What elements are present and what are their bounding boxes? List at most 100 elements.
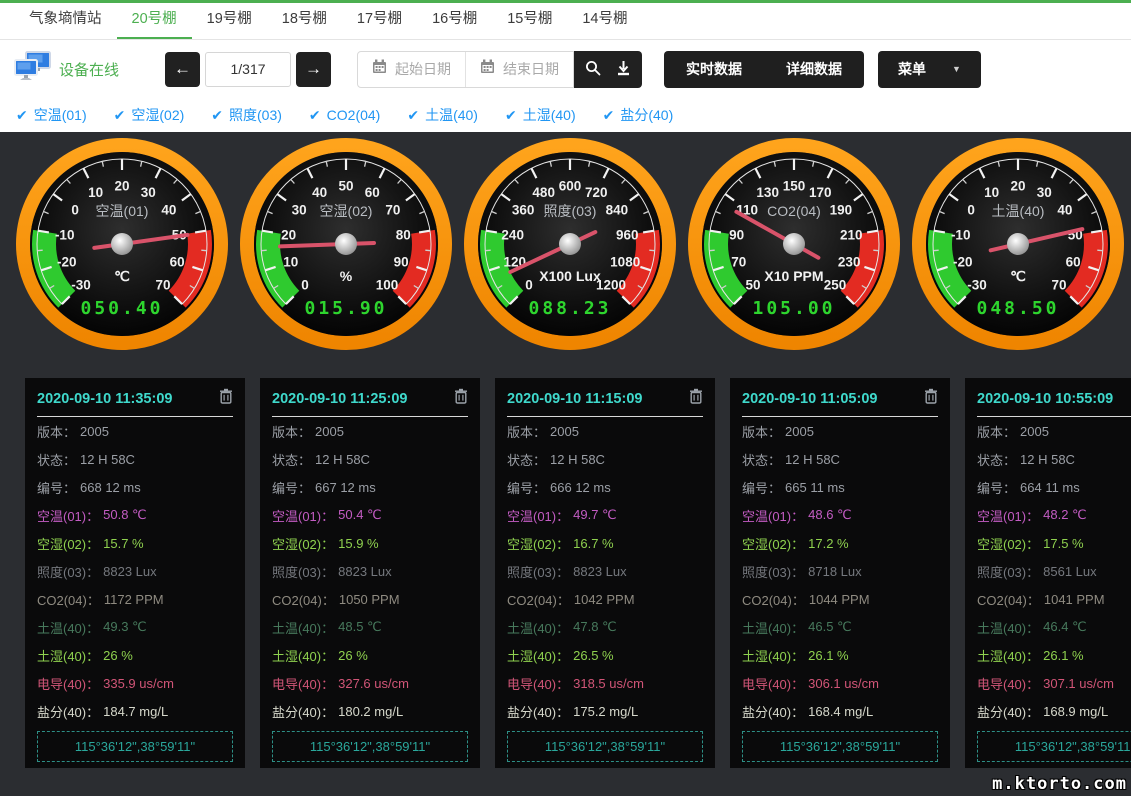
menu-dropdown-button[interactable]: 菜单 ▼ (878, 51, 981, 88)
svg-text:105.00: 105.00 (752, 298, 835, 319)
filter-checkbox-5[interactable]: ✔土湿(40) (505, 105, 576, 125)
row-value: 50.8 ℃ (103, 507, 147, 523)
tab-0[interactable]: 气象墒情站 (14, 0, 117, 39)
card-row: 状态：12 H 58C (742, 445, 938, 473)
card-row: 盐分(40)：168.9 mg/L (977, 697, 1131, 725)
svg-text:360: 360 (512, 203, 535, 218)
tab-7[interactable]: 14号棚 (567, 0, 642, 39)
filter-checkbox-0[interactable]: ✔空温(01) (16, 105, 87, 125)
svg-text:70: 70 (385, 203, 400, 218)
row-label: 盐分(40)： (37, 702, 99, 721)
row-label: 空温(01)： (742, 506, 804, 525)
card-row: 空温(01)：50.4 ℃ (272, 501, 468, 529)
svg-text:20: 20 (1010, 179, 1025, 194)
trash-icon[interactable] (454, 388, 468, 409)
data-card-4: 2020-09-10 10:55:09版本：2005状态：12 H 58C编号：… (965, 378, 1131, 768)
row-label: 土湿(40)： (742, 646, 804, 665)
trash-icon[interactable] (689, 388, 703, 409)
trash-icon[interactable] (924, 388, 938, 409)
row-label: CO2(04)： (742, 590, 805, 609)
svg-text:10: 10 (984, 185, 999, 200)
coordinates-box[interactable]: 115°36'12",38°59'11" (37, 731, 233, 762)
svg-text:照度(03): 照度(03) (544, 203, 597, 219)
coordinates-box[interactable]: 115°36'12",38°59'11" (742, 731, 938, 762)
svg-text:X100 Lux: X100 Lux (539, 268, 601, 284)
download-icon (616, 60, 631, 79)
row-label: 土湿(40)： (37, 646, 99, 665)
coordinates-box[interactable]: 115°36'12",38°59'11" (272, 731, 468, 762)
row-value: 664 11 ms (1020, 480, 1080, 495)
svg-text:-20: -20 (57, 255, 77, 270)
tab-1[interactable]: 20号棚 (117, 0, 192, 39)
end-date-input[interactable]: 结束日期 (465, 52, 573, 87)
tab-3[interactable]: 18号棚 (267, 0, 342, 39)
row-label: 状态： (742, 450, 781, 469)
row-value: 26.5 % (573, 648, 613, 663)
search-button[interactable] (578, 52, 608, 87)
svg-text:10: 10 (283, 255, 298, 270)
detail-data-button[interactable]: 详细数据 (764, 51, 864, 88)
card-header: 2020-09-10 11:35:09 (37, 388, 233, 417)
row-label: 空温(01)： (37, 506, 99, 525)
row-value: 8823 Lux (103, 564, 157, 579)
svg-text:20: 20 (281, 228, 296, 243)
download-button[interactable] (608, 52, 638, 87)
row-label: 照度(03)： (272, 562, 334, 581)
filter-checkbox-1[interactable]: ✔ 空湿(02) (114, 105, 185, 125)
row-value: 49.3 ℃ (103, 619, 147, 635)
card-row: 盐分(40)：184.7 mg/L (37, 697, 233, 725)
check-icon: ✔ (114, 107, 126, 124)
filter-label: 空湿(02) (131, 105, 184, 125)
svg-text:70: 70 (155, 278, 170, 293)
calendar-icon (372, 59, 387, 79)
next-page-button[interactable]: → (296, 52, 331, 87)
svg-text:70: 70 (1051, 278, 1066, 293)
card-row: 电导(40)：327.6 us/cm (272, 669, 468, 697)
filter-checkbox-2[interactable]: ✔照度(03) (211, 105, 282, 125)
row-value: 17.5 % (1043, 536, 1083, 551)
row-value: 1172 PPM (104, 592, 164, 607)
trash-icon[interactable] (219, 388, 233, 409)
gauge-dial: 507090110130150170190210230250CO2(04)X10… (684, 132, 904, 372)
coordinates-box[interactable]: 115°36'12",38°59'11" (507, 731, 703, 762)
svg-text:210: 210 (840, 228, 863, 243)
card-row: 盐分(40)：168.4 mg/L (742, 697, 938, 725)
svg-text:90: 90 (729, 228, 744, 243)
monitors-icon (14, 51, 52, 88)
realtime-data-button[interactable]: 实时数据 (664, 51, 764, 88)
card-timestamp: 2020-09-10 11:25:09 (272, 391, 407, 407)
check-icon: ✔ (16, 107, 28, 124)
svg-text:30: 30 (141, 185, 156, 200)
search-icon (585, 60, 601, 79)
start-date-input[interactable]: 起始日期 (358, 52, 465, 87)
row-label: 版本： (977, 422, 1016, 441)
svg-text:-30: -30 (967, 278, 987, 293)
row-value: 335.9 us/cm (103, 676, 174, 691)
row-value: 168.9 mg/L (1043, 704, 1108, 719)
page-indicator[interactable]: 1/317 (205, 52, 291, 87)
filter-label: 照度(03) (229, 105, 282, 125)
gauge-3: 507090110130150170190210230250CO2(04)X10… (684, 132, 904, 372)
row-label: 电导(40)： (977, 674, 1039, 693)
tab-6[interactable]: 15号棚 (492, 0, 567, 39)
row-value: 665 11 ms (785, 480, 845, 495)
tab-5[interactable]: 16号棚 (417, 0, 492, 39)
filter-checkbox-4[interactable]: ✔土温(40) (407, 105, 478, 125)
row-label: 编号： (507, 478, 546, 497)
prev-page-button[interactable]: ← (165, 52, 200, 87)
tab-4[interactable]: 17号棚 (342, 0, 417, 39)
svg-text:720: 720 (585, 185, 608, 200)
row-value: 2005 (315, 424, 344, 439)
row-value: 48.5 ℃ (338, 619, 382, 635)
row-value: 15.9 % (338, 536, 378, 551)
filter-checkbox-3[interactable]: ✔CO2(04) (309, 107, 380, 124)
row-value: 2005 (80, 424, 109, 439)
row-value: 668 12 ms (80, 480, 141, 495)
row-label: 电导(40)： (742, 674, 804, 693)
svg-text:-30: -30 (71, 278, 91, 293)
filter-checkbox-6[interactable]: ✔盐分(40) (603, 105, 674, 125)
coordinates-box[interactable]: 115°36'12",38°59'11" (977, 731, 1131, 762)
tab-2[interactable]: 19号棚 (192, 0, 267, 39)
row-value: 667 12 ms (315, 480, 376, 495)
card-timestamp: 2020-09-10 10:55:09 (977, 391, 1113, 407)
